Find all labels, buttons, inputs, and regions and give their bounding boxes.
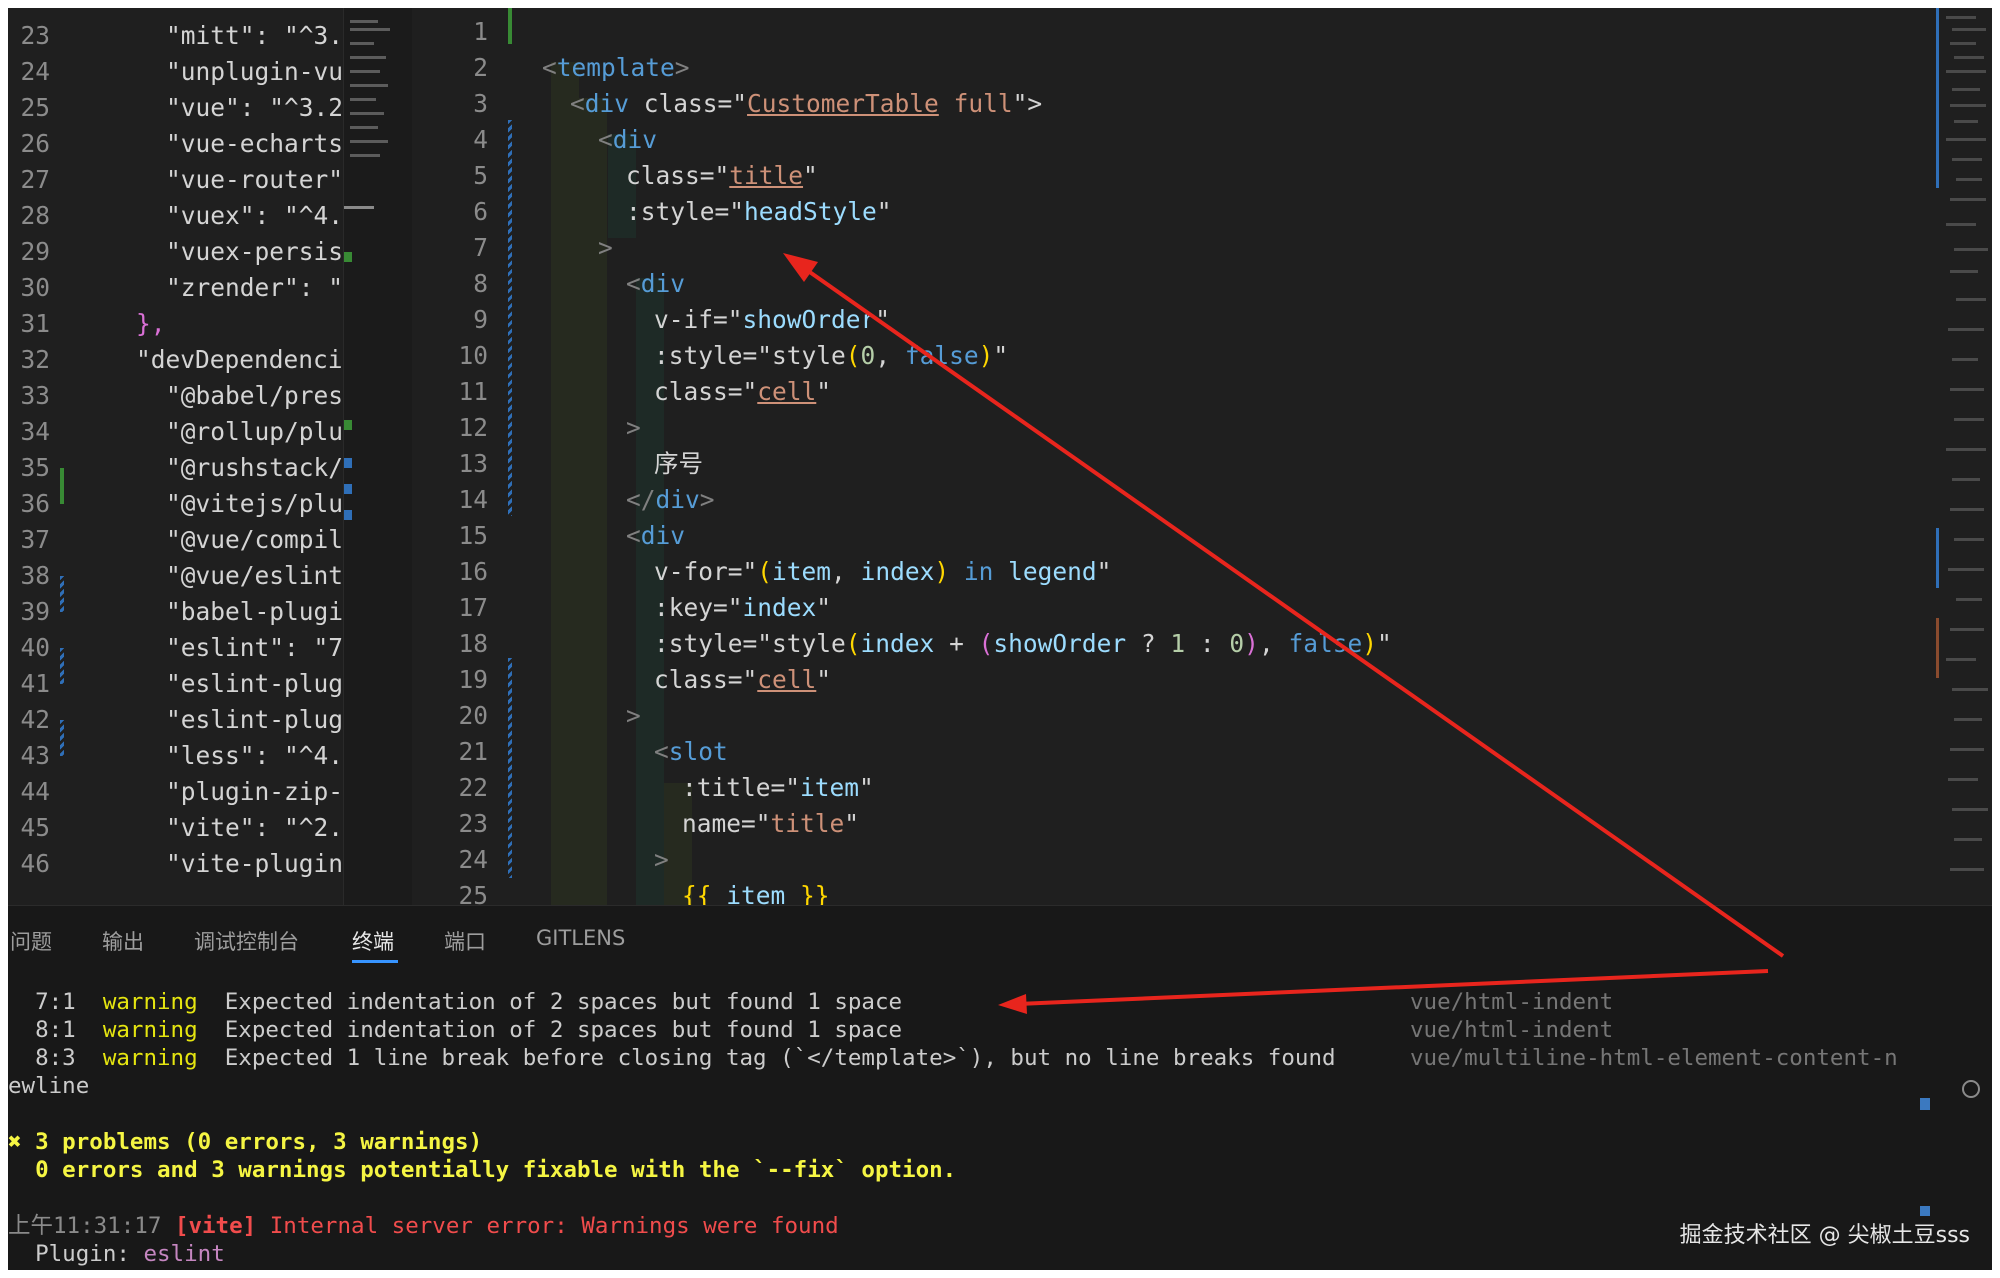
arrow-line-upper [802,266,1785,958]
arrow-line-lower [1017,969,1769,1006]
annotation-arrows [783,253,1785,1014]
arrow-head-upper [783,253,818,282]
vscode-window: 23 "mitt": "^3.(24 "unplugin-vu 25 "vue": "^… [8,8,1992,1270]
arrow-head-lower [998,994,1027,1014]
